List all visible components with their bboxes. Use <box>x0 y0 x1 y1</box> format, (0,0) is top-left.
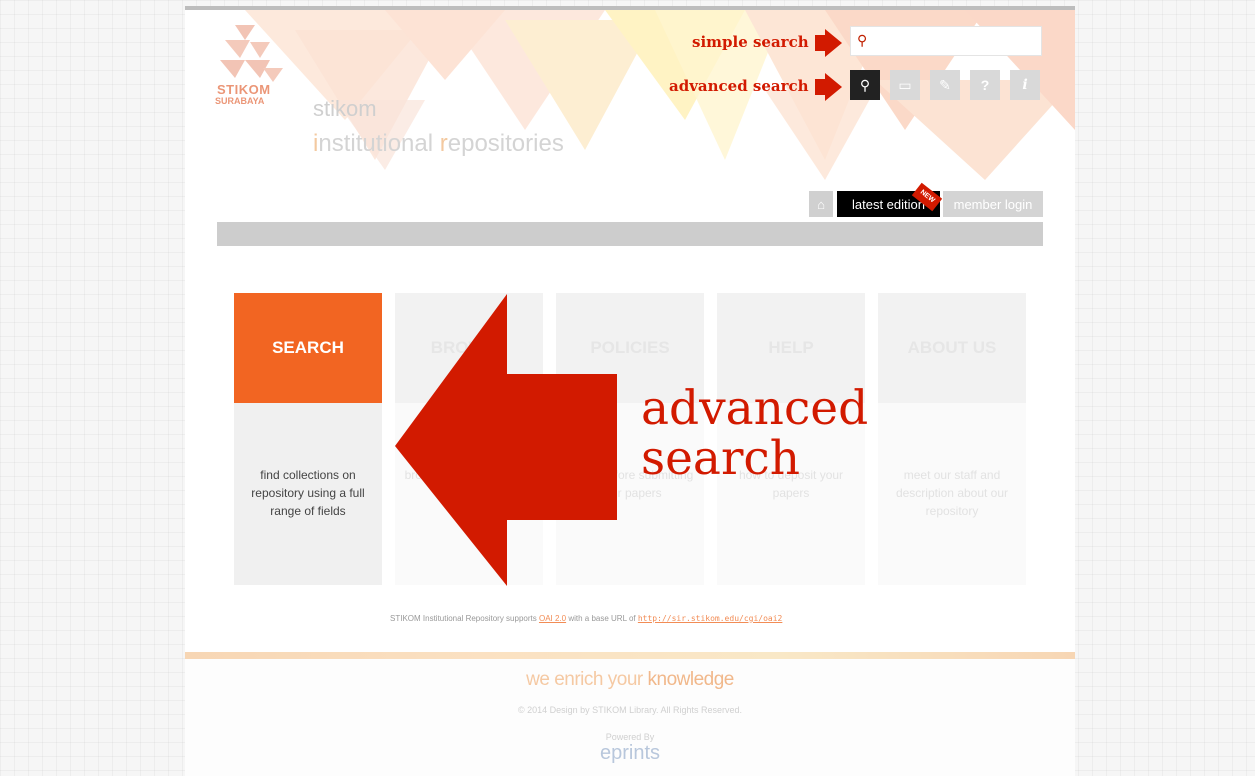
question-icon: ? <box>980 77 990 93</box>
card-title: ABOUT US <box>878 293 1026 403</box>
member-login-link[interactable]: member login <box>943 191 1043 217</box>
menu-bar <box>217 222 1043 246</box>
simple-search-input[interactable]: ⚲ <box>850 26 1042 56</box>
simple-search-annotation: simple search <box>692 33 809 51</box>
annotation-arrow-advanced <box>815 79 825 95</box>
logo-subtext: SURABAYA <box>215 96 265 106</box>
card-title: SEARCH <box>234 293 382 403</box>
oai-url-link[interactable]: http://sir.stikom.edu/cgi/oai2 <box>638 614 783 623</box>
browse-button[interactable]: ▭ <box>890 70 920 100</box>
home-button[interactable]: ⌂ <box>809 191 833 217</box>
card-description: meet our staff and description about our… <box>895 468 1009 518</box>
page: STIKOM SURABAYA stikom institutional rep… <box>185 6 1075 776</box>
card-about-us[interactable]: ABOUT US meet our staff and description … <box>878 293 1026 585</box>
big-annotation-line2: search <box>641 431 801 486</box>
advanced-search-button[interactable]: ⚲ <box>850 70 880 100</box>
footer-divider <box>185 652 1075 659</box>
tagline-light: we enrich your <box>526 669 643 690</box>
oai-middle: with a base URL of <box>568 614 636 623</box>
tagline-bold: knowledge <box>647 669 735 690</box>
pencil-icon: ✎ <box>939 76 951 93</box>
deposit-button[interactable]: ✎ <box>930 70 960 100</box>
card-search[interactable]: SEARCH find collections on repository us… <box>234 293 382 585</box>
logo-text: STIKOM <box>217 82 271 97</box>
site-name: stikom <box>313 96 377 121</box>
about-button[interactable]: i <box>1010 70 1040 100</box>
big-annotation-label: advanced search <box>641 384 868 484</box>
card-description: find collections on repository using a f… <box>251 468 365 518</box>
eprints-logo[interactable]: eprints <box>185 742 1075 765</box>
powered-by: Powered By <box>605 732 655 742</box>
folder-icon: ▭ <box>898 76 912 93</box>
annotation-arrowhead-simple <box>825 29 842 57</box>
search-icon: ⚲ <box>857 32 868 48</box>
home-icon: ⌂ <box>817 196 825 212</box>
footer-tagline: we enrich your knowledge <box>185 669 1075 691</box>
info-icon: i <box>1022 77 1028 93</box>
advanced-search-annotation: advanced search <box>669 77 809 95</box>
annotation-arrow-simple <box>815 35 825 51</box>
big-annotation-line1: advanced <box>641 381 869 436</box>
oai-note: STIKOM Institutional Repository supports… <box>390 614 782 623</box>
oai-link[interactable]: OAI 2.0 <box>539 614 566 623</box>
copyright: © 2014 Design by STIKOM Library. All Rig… <box>517 705 743 715</box>
big-annotation-arrow <box>395 294 617 586</box>
site-subname: institutional repositories <box>313 130 564 157</box>
advanced-search-icon: ⚲ <box>859 76 871 93</box>
oai-prefix: STIKOM Institutional Repository supports <box>390 614 537 623</box>
annotation-arrowhead-advanced <box>825 73 842 101</box>
help-button[interactable]: ? <box>970 70 1000 100</box>
